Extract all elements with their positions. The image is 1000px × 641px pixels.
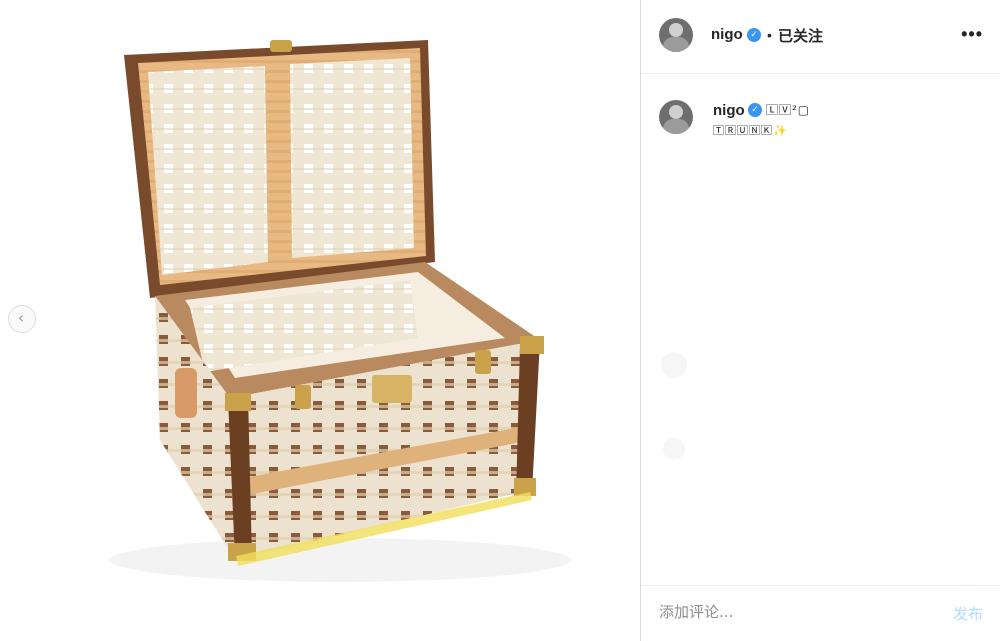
caption-text-line-2: 🅃🅁🅄🄽🄺✨ <box>713 122 788 138</box>
username-link[interactable]: nigo <box>711 26 743 43</box>
previous-image-button[interactable]: ‹ <box>8 305 36 333</box>
avatar[interactable] <box>659 18 693 52</box>
separator-dot: • <box>767 27 772 43</box>
following-button[interactable]: 已关注 <box>778 25 823 46</box>
caption-text-line-1: 🄻🅅²▢ <box>766 103 811 117</box>
chevron-left-icon: ‹ <box>17 308 25 327</box>
post-header: nigo ✓ • 已关注 ••• <box>641 0 1000 74</box>
sparkle-emoji: ✨ <box>773 124 788 137</box>
comment-bar: 发布 <box>641 585 1000 641</box>
caption-trunk-text: 🅃🅁🅄🄽🄺 <box>713 124 773 137</box>
woven-trunk-image <box>110 40 570 582</box>
post-details-panel: nigo ✓ • 已关注 ••• nigo ✓ 🄻🅅²▢ 🅃🅁🅄🄽🄺✨ 发布 <box>640 0 1000 641</box>
post-media: ‹ <box>0 0 640 641</box>
more-options-icon[interactable]: ••• <box>961 24 983 45</box>
post-comment-button[interactable]: 发布 <box>953 603 983 624</box>
comment-input[interactable] <box>659 603 919 621</box>
caption-username-link[interactable]: nigo <box>713 102 745 119</box>
verified-badge-icon: ✓ <box>748 103 762 117</box>
avatar[interactable] <box>659 100 693 134</box>
verified-badge-icon: ✓ <box>747 28 761 42</box>
loading-placeholder <box>661 352 687 378</box>
loading-placeholder <box>663 438 685 460</box>
